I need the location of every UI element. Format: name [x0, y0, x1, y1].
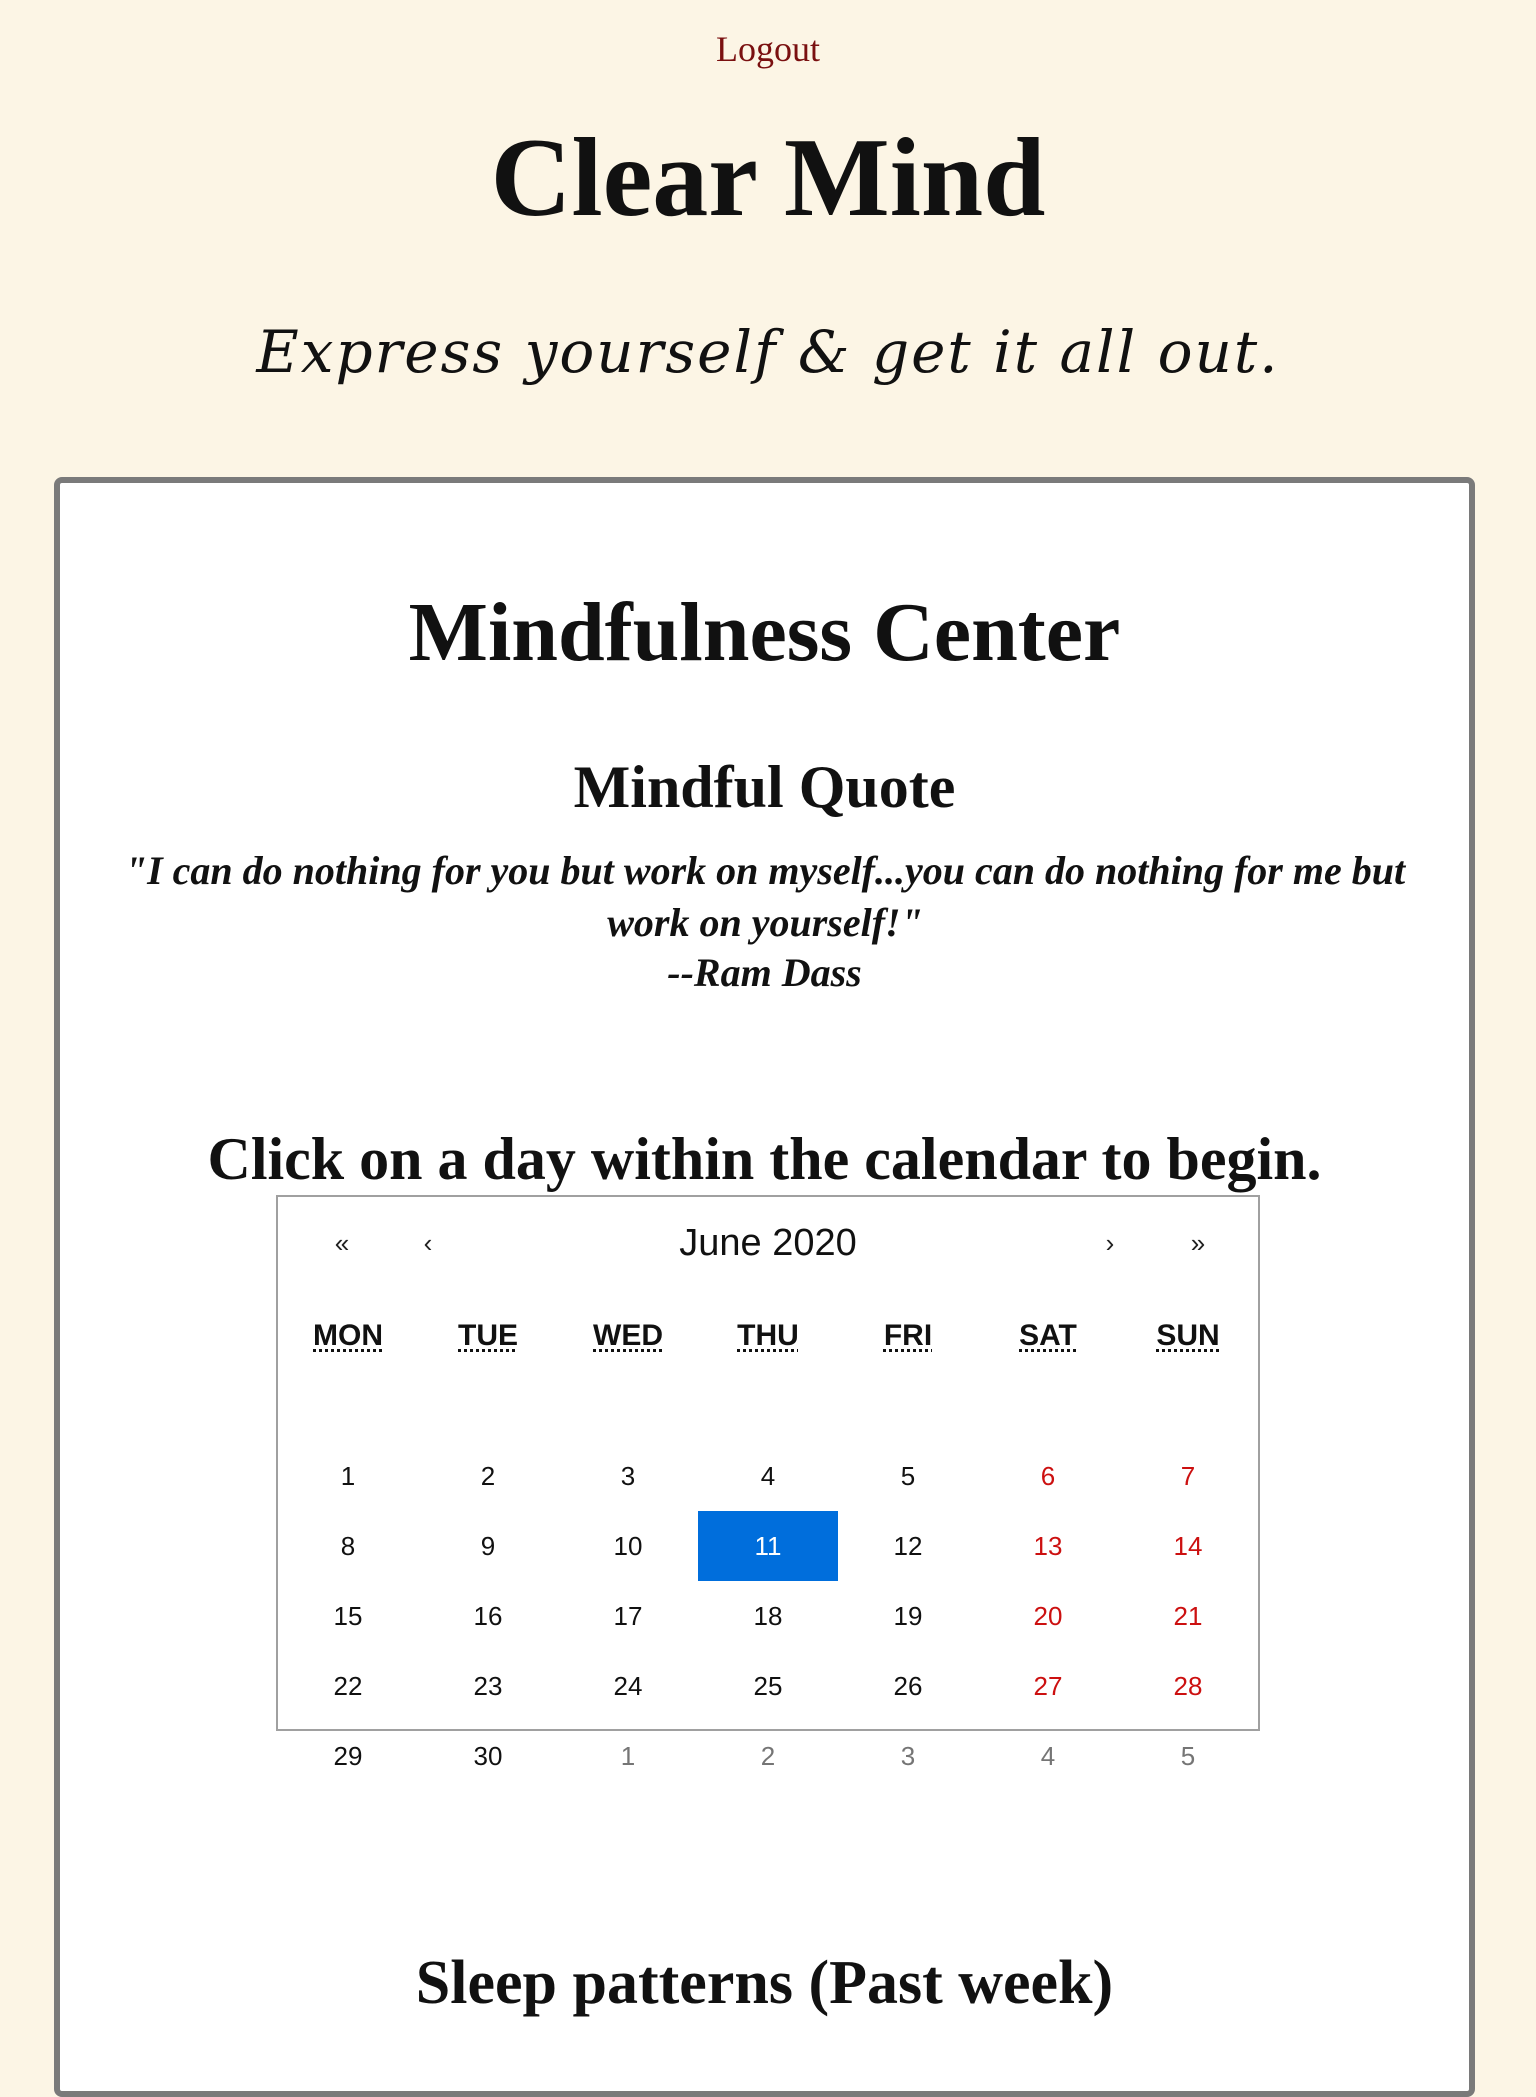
calendar-day[interactable]: 25: [698, 1651, 838, 1721]
calendar-day[interactable]: 1: [558, 1721, 698, 1791]
calendar-day[interactable]: 14: [1118, 1511, 1258, 1581]
calendar-day[interactable]: 4: [698, 1441, 838, 1511]
calendar-day[interactable]: 18: [698, 1581, 838, 1651]
quote-heading: Mindful Quote: [573, 754, 956, 820]
calendar-day[interactable]: 5: [838, 1441, 978, 1511]
calendar-day-selected[interactable]: 11: [698, 1511, 838, 1581]
site-title: Clear Mind: [490, 116, 1046, 240]
calendar-day[interactable]: 27: [978, 1651, 1118, 1721]
quote-text: "I can do nothing for you but work on my…: [124, 848, 1406, 945]
calendar-day[interactable]: 6: [978, 1441, 1118, 1511]
calendar-day[interactable]: 30: [418, 1721, 558, 1791]
calendar-day[interactable]: 10: [558, 1511, 698, 1581]
calendar-instructions: Click on a day within the calendar to be…: [207, 1126, 1322, 1192]
calendar-day[interactable]: 24: [558, 1651, 698, 1721]
calendar-day[interactable]: 21: [1118, 1581, 1258, 1651]
mindfulness-card: Mindfulness Center Mindful Quote "I can …: [54, 477, 1475, 2097]
calendar-day[interactable]: 4: [978, 1721, 1118, 1791]
prev-month-button[interactable]: ‹: [398, 1215, 458, 1271]
prev-year-button[interactable]: «: [312, 1215, 372, 1271]
calendar-day[interactable]: 20: [978, 1581, 1118, 1651]
calendar-weekdays: MON TUE WED THU FRI SAT SUN: [278, 1319, 1258, 1353]
calendar-day[interactable]: 3: [558, 1441, 698, 1511]
calendar-day[interactable]: 28: [1118, 1651, 1258, 1721]
calendar-day[interactable]: 15: [278, 1581, 418, 1651]
calendar-day[interactable]: 23: [418, 1651, 558, 1721]
calendar-navigation: « ‹ June 2020 › »: [278, 1197, 1258, 1287]
weekday-label: SAT: [1019, 1319, 1077, 1352]
calendar-day[interactable]: 7: [1118, 1441, 1258, 1511]
calendar-day[interactable]: 8: [278, 1511, 418, 1581]
weekday-label: WED: [593, 1319, 663, 1352]
quote-author: --Ram Dass: [667, 950, 862, 995]
calendar-day[interactable]: 3: [838, 1721, 978, 1791]
calendar-day[interactable]: 17: [558, 1581, 698, 1651]
weekday-label: SUN: [1156, 1319, 1220, 1352]
calendar-month-label[interactable]: June 2020: [518, 1215, 1018, 1271]
weekday-label: TUE: [458, 1319, 518, 1352]
weekday-label: THU: [737, 1319, 799, 1352]
logout-link[interactable]: Logout: [0, 28, 1536, 70]
next-year-button[interactable]: »: [1168, 1215, 1228, 1271]
calendar-day[interactable]: 16: [418, 1581, 558, 1651]
sleep-patterns-heading: Sleep patterns (Past week): [415, 1949, 1114, 2017]
calendar-day[interactable]: 1: [278, 1441, 418, 1511]
calendar-day[interactable]: 13: [978, 1511, 1118, 1581]
calendar-day[interactable]: 2: [698, 1721, 838, 1791]
calendar-day[interactable]: 19: [838, 1581, 978, 1651]
calendar-day[interactable]: 12: [838, 1511, 978, 1581]
page-title: Mindfulness Center: [408, 586, 1121, 679]
weekday-label: FRI: [883, 1319, 933, 1352]
next-month-button[interactable]: ›: [1080, 1215, 1140, 1271]
calendar-day[interactable]: 2: [418, 1441, 558, 1511]
calendar-day[interactable]: 26: [838, 1651, 978, 1721]
weekday-label: MON: [313, 1319, 383, 1352]
tagline: Express yourself & get it all out.: [256, 318, 1280, 386]
calendar-days-grid: 1 2 3 4 5 6 7 8 9 10 11 12 13 14 15 16 17 18 19 20 21 22 23 24 2…: [278, 1441, 1258, 1791]
calendar-day[interactable]: 5: [1118, 1721, 1258, 1791]
calendar-day[interactable]: 9: [418, 1511, 558, 1581]
calendar: « ‹ June 2020 › » MON TUE WED THU FRI SA…: [276, 1195, 1260, 1771]
calendar-day[interactable]: 22: [278, 1651, 418, 1721]
calendar-day[interactable]: 29: [278, 1721, 418, 1791]
